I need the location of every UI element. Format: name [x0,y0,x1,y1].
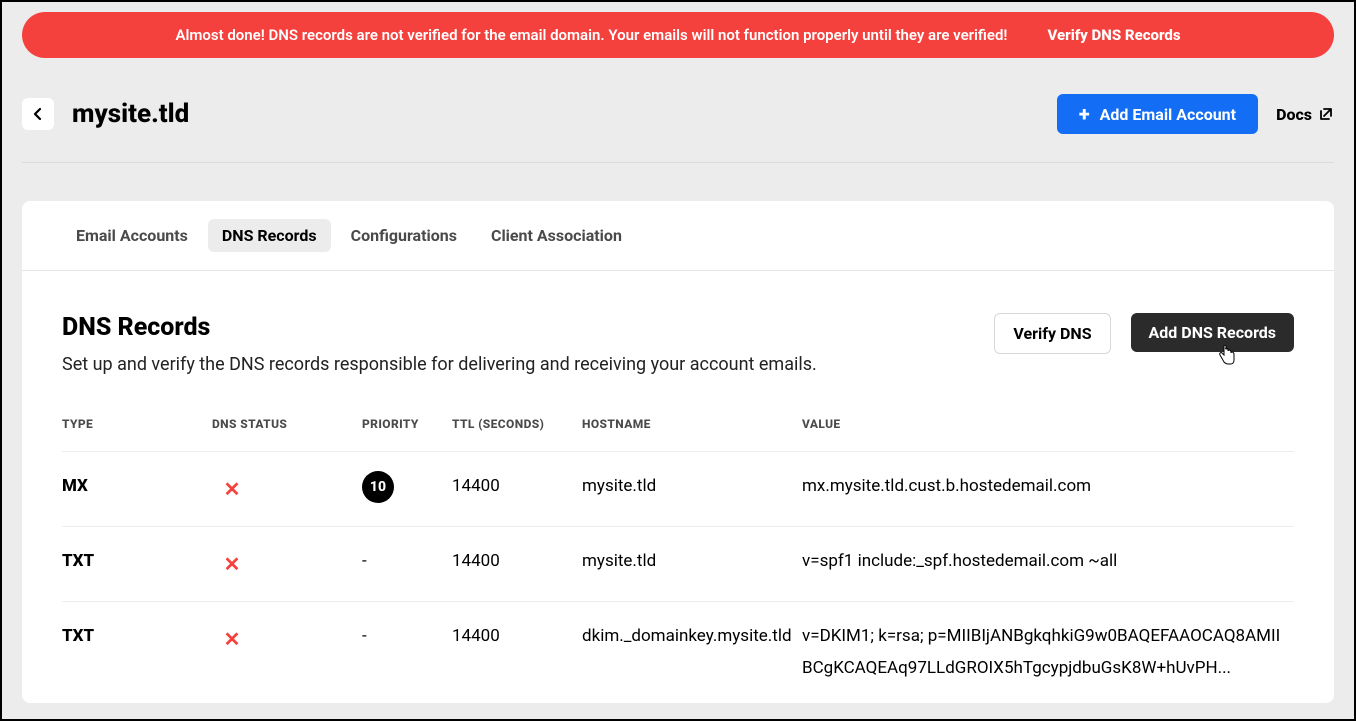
cell-ttl: 14400 [452,602,582,703]
cell-type: MX [62,452,212,527]
plus-icon: + [1079,104,1090,124]
cell-value: v=spf1 include:_spf.hostedemail.com ~all [802,527,1294,602]
dns-records-table: TYPE DNS STATUS PRIORITY TTL (SECONDS) H… [62,409,1294,703]
alert-text: Almost done! DNS records are not verifie… [175,26,1007,44]
tabs: Email Accounts DNS Records Configuration… [22,201,1334,271]
tab-configurations[interactable]: Configurations [337,219,471,252]
cell-status: ✕ [212,452,362,527]
cell-priority: 10 [362,452,452,527]
chevron-left-icon [33,107,43,121]
cell-priority: - [362,602,452,703]
cell-status: ✕ [212,527,362,602]
header-divider [22,162,1334,163]
cell-type: TXT [62,527,212,602]
main-card: Email Accounts DNS Records Configuration… [22,201,1334,703]
priority-badge: 10 [362,471,394,503]
cell-value: v=DKIM1; k=rsa; p=MIIBIjANBgkqhkiG9w0BAQ… [802,602,1294,703]
cell-hostname: mysite.tld [582,527,802,602]
page-title: mysite.tld [72,99,1039,129]
table-row: MX✕ 10 14400mysite.tldmx.mysite.tld.cust.b… [62,452,1294,527]
add-dns-records-button[interactable]: Add DNS Records [1131,313,1294,352]
col-ttl: TTL (SECONDS) [452,409,582,452]
col-status: DNS STATUS [212,409,362,452]
back-button[interactable] [22,98,54,130]
table-row: TXT✕ -14400dkim._domainkey.mysite.tldv=DK… [62,602,1294,703]
page-header: mysite.tld + Add Email Account Docs [22,94,1334,134]
section-title: DNS Records [62,313,974,342]
cell-status: ✕ [212,602,362,703]
cell-ttl: 14400 [452,452,582,527]
verify-dns-records-link[interactable]: Verify DNS Records [1047,26,1180,44]
tab-dns-records[interactable]: DNS Records [208,219,331,252]
section-header: DNS Records Set up and verify the DNS re… [62,313,1294,375]
status-fail-icon: ✕ [212,620,252,658]
add-email-label: Add Email Account [1100,105,1236,124]
cell-value: mx.mysite.tld.cust.b.hostedemail.com [802,452,1294,527]
cell-priority: - [362,527,452,602]
cell-hostname: mysite.tld [582,452,802,527]
external-link-icon [1318,106,1334,122]
docs-link[interactable]: Docs [1276,105,1334,124]
tab-client-association[interactable]: Client Association [477,219,636,252]
docs-label: Docs [1276,105,1312,124]
table-row: TXT✕ -14400mysite.tldv=spf1 include:_spf.… [62,527,1294,602]
verify-dns-button[interactable]: Verify DNS [994,313,1110,354]
add-email-account-button[interactable]: + Add Email Account [1057,94,1258,134]
add-dns-label: Add DNS Records [1149,323,1276,342]
status-fail-icon: ✕ [212,545,252,583]
tab-email-accounts[interactable]: Email Accounts [62,219,202,252]
cell-ttl: 14400 [452,527,582,602]
col-value: VALUE [802,409,1294,452]
col-hostname: HOSTNAME [582,409,802,452]
col-type: TYPE [62,409,212,452]
pointer-cursor-icon [1218,345,1236,370]
section-subtitle: Set up and verify the DNS records respon… [62,354,974,375]
cell-type: TXT [62,602,212,703]
status-fail-icon: ✕ [212,470,252,508]
col-priority: PRIORITY [362,409,452,452]
dns-alert-banner: Almost done! DNS records are not verifie… [22,12,1334,58]
dns-records-section: DNS Records Set up and verify the DNS re… [22,271,1334,703]
cell-hostname: dkim._domainkey.mysite.tld [582,602,802,703]
